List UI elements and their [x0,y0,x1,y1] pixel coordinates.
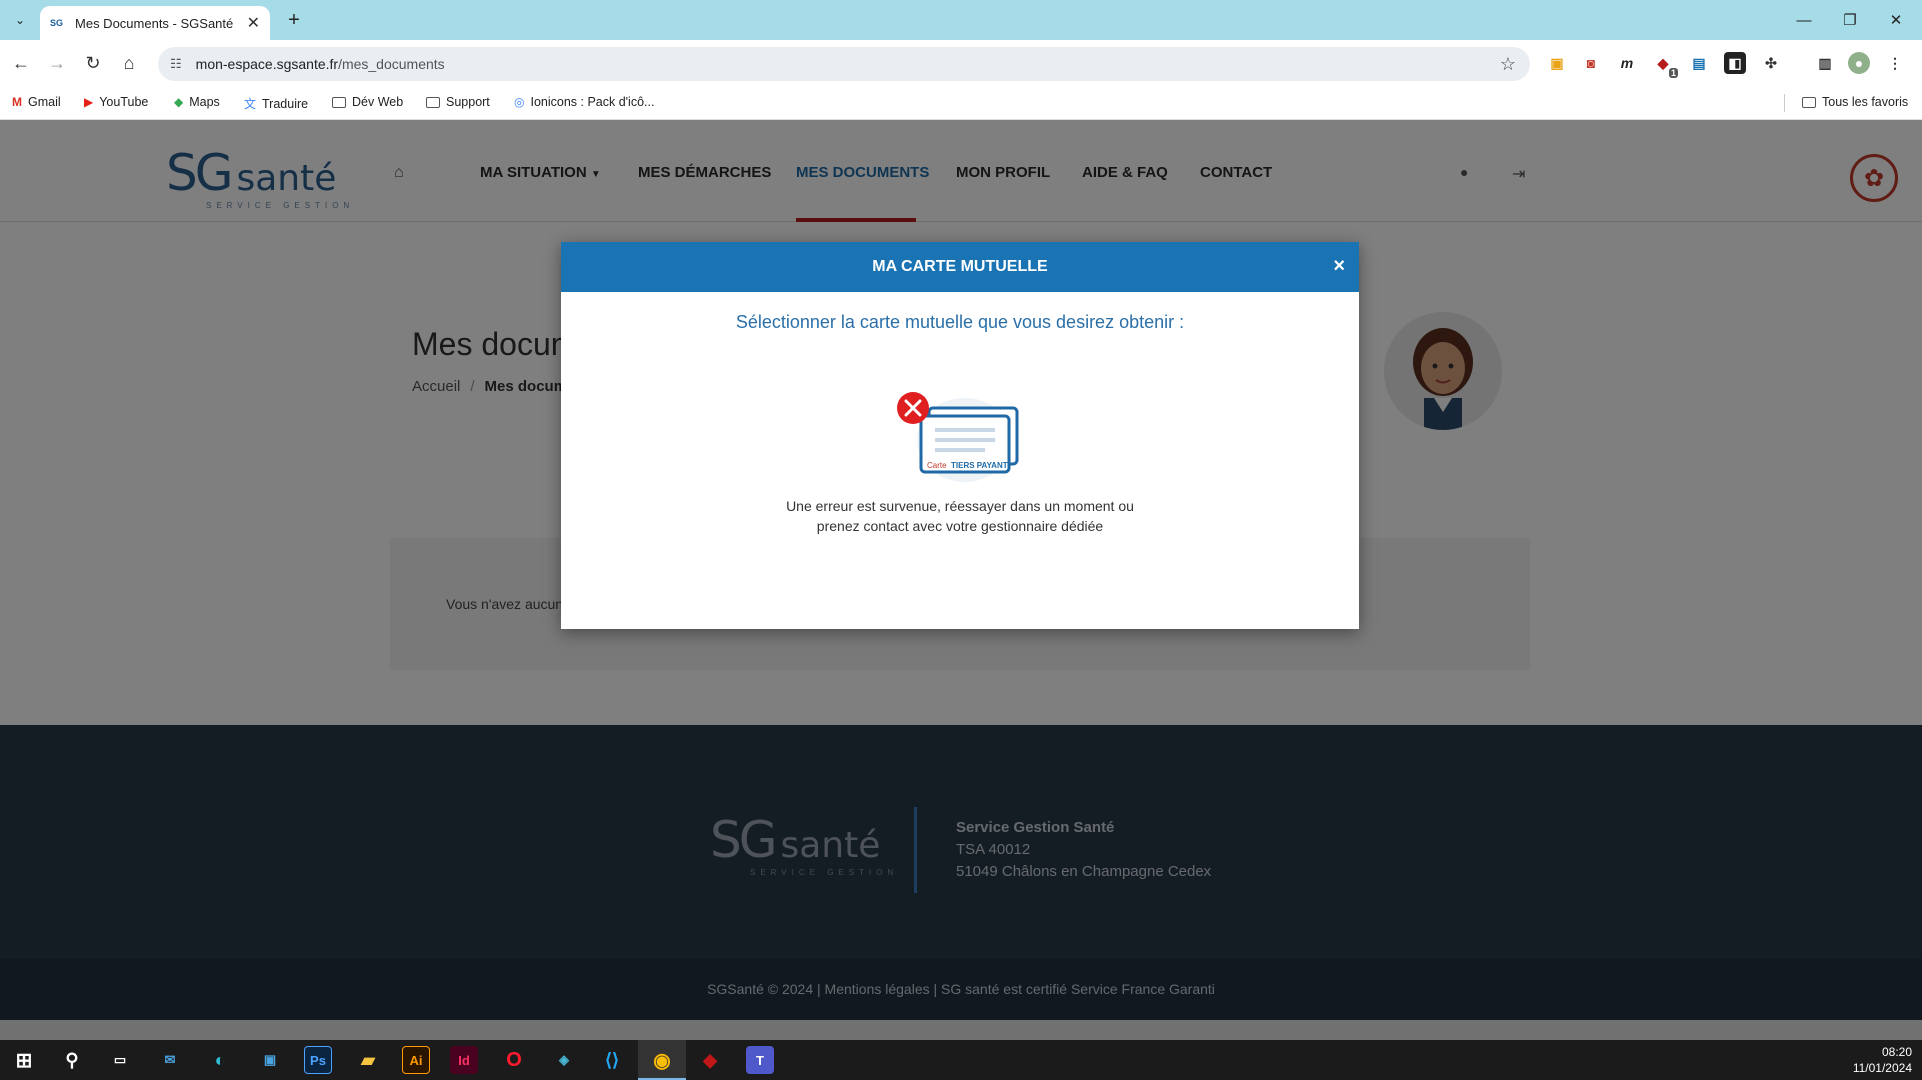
reload-icon[interactable]: ↻ [80,50,106,76]
clock-time: 08:20 [1881,1045,1912,1059]
extension-badge: 1 [1668,68,1678,78]
bookmark-all-favorites[interactable]: Tous les favoris [1802,95,1908,109]
error-line-2: prenez contact avec votre gestionnaire d… [816,518,1104,534]
profile-avatar-icon[interactable]: ● [1848,52,1870,74]
new-tab-plus-icon[interactable]: + [282,8,306,32]
browser-tab-bar: ⌄ SG Mes Documents - SGSanté ✕ + — ❐ ✕ [0,0,1922,40]
modal-error-message: Une erreur est survenue, réessayer dans … [561,496,1359,536]
mail-icon[interactable]: ✉ [156,1046,184,1074]
tab-favicon-icon: SG [50,18,64,28]
chrome-icon[interactable]: ◉ [648,1046,676,1074]
task-view-icon[interactable]: ▭ [106,1046,134,1074]
browser-toolbar: ← → ↻ ⌂ ☷ mon-espace.sgsante.fr/mes_docu… [0,40,1922,86]
folder-icon [426,96,440,108]
modal-subtitle: Sélectionner la carte mutuelle que vous … [735,312,1185,332]
start-icon[interactable]: ⊞ [10,1046,38,1074]
gmail-icon: M [12,95,22,109]
url-path: /mes_documents [338,56,445,72]
bookmark-label: Ionicons : Pack d'icô... [530,95,655,109]
modal-header: MA CARTE MUTUELLE × [561,242,1359,292]
store-icon[interactable]: ▣ [256,1046,284,1074]
extension-1-icon[interactable]: ▣ [1546,52,1568,74]
bookmark-youtube[interactable]: ▶ YouTube [84,95,148,109]
extensions-puzzle-icon[interactable]: ✣ [1760,52,1782,74]
tab-close-icon[interactable]: ✕ [247,13,260,33]
edge-icon[interactable]: ◐ [206,1046,234,1074]
bookmark-label: Tous les favoris [1822,95,1909,109]
web-page: SG santé SERVICE GESTION ⌂ MA SITUATION … [0,120,1922,1040]
side-panel-icon[interactable]: ▥ [1814,52,1836,74]
bookmark-label: Dév Web [352,95,404,109]
modal-close-icon[interactable]: × [1333,255,1345,278]
folder-icon [332,96,346,108]
url-domain: mon-espace.sgsante.fr [195,56,339,72]
extension-2-icon[interactable]: ◙ [1580,52,1602,74]
forward-arrow-icon[interactable]: → [44,50,70,76]
home-icon[interactable]: ⌂ [116,50,142,76]
system-clock[interactable]: 08:20 11/01/2024 [1853,1044,1912,1076]
indesign-icon[interactable]: Id [450,1046,478,1074]
photoshop-icon[interactable]: Ps [304,1046,332,1074]
bookmark-label: YouTube [99,95,149,109]
extension-doc-icon[interactable]: ▤ [1688,52,1710,74]
clock-date: 11/01/2024 [1852,1061,1912,1075]
bookmark-support[interactable]: Support [426,95,490,109]
bookmark-dev-web[interactable]: Dév Web [332,95,403,109]
address-bar[interactable]: ☷ mon-espace.sgsante.fr/mes_documents ☆ [158,47,1530,81]
bookmark-label: Maps [189,95,220,109]
bookmark-maps[interactable]: ◆ Maps [174,95,220,109]
bookmarks-bar: M Gmail ▶ YouTube ◆ Maps 文 Traduire Dév Web … [0,86,1922,120]
restore-icon[interactable]: ❐ [1830,6,1870,34]
bookmark-traduire[interactable]: 文 Traduire [244,95,308,112]
tiers-payant-card-illustration: Carte TIERS PAYANT [895,388,1025,488]
mcafee-icon[interactable]: ◆ [696,1046,724,1074]
carte-mutuelle-modal: MA CARTE MUTUELLE × Sélectionner la cart… [561,242,1359,629]
site-info-icon[interactable]: ☷ [170,56,182,72]
search-icon[interactable]: ⚲ [58,1046,86,1074]
back-arrow-icon[interactable]: ← [8,50,34,76]
card-tiers-text: TIERS PAYANT [951,461,1008,470]
extension-m-icon[interactable]: m [1616,52,1638,74]
vscode-icon[interactable]: ⟨⟩ [598,1046,626,1074]
card-carte-text: Carte [927,461,947,470]
extension-dark-icon[interactable]: ◧ [1724,52,1746,74]
bookmark-label: Gmail [28,95,61,109]
bookmark-gmail[interactable]: M Gmail [12,95,61,109]
bookmark-label: Support [446,95,490,109]
browser-tab-active[interactable]: SG Mes Documents - SGSanté ✕ [40,6,270,40]
tab-search-chevron-icon[interactable]: ⌄ [8,8,32,32]
modal-title: MA CARTE MUTUELLE [872,258,1048,275]
illustrator-icon[interactable]: Ai [402,1046,430,1074]
extension-shield-icon[interactable]: ◆ 1 [1652,52,1678,78]
windows-taskbar: ⊞ ⚲ ▭ ✉ ◐ ▣ Ps ▰ Ai Id O ◈ ⟨⟩ ◉ ◆ T 08:2… [0,1040,1922,1080]
error-line-1: Une erreur est survenue, réessayer dans … [786,498,1134,514]
opera-icon[interactable]: O [500,1046,528,1074]
menu-kebab-icon[interactable]: ⋮ [1884,52,1906,74]
app-icon[interactable]: ◈ [550,1046,578,1074]
bookmark-label: Traduire [262,96,309,111]
teams-icon[interactable]: T [746,1046,774,1074]
maps-icon: ◆ [174,95,184,109]
folder-icon [1802,96,1816,108]
minimize-icon[interactable]: — [1784,6,1824,34]
bookmark-ionicons[interactable]: ◎ Ionicons : Pack d'icô... [514,95,654,109]
ionicons-icon: ◎ [514,95,525,109]
bookmark-star-icon[interactable]: ☆ [1500,54,1516,75]
translate-icon: 文 [244,97,257,111]
bookmarks-separator [1784,94,1785,112]
tab-title: Mes Documents - SGSanté [75,15,234,31]
explorer-icon[interactable]: ▰ [354,1046,382,1074]
window-close-icon[interactable]: ✕ [1876,6,1916,34]
youtube-icon: ▶ [84,95,94,109]
